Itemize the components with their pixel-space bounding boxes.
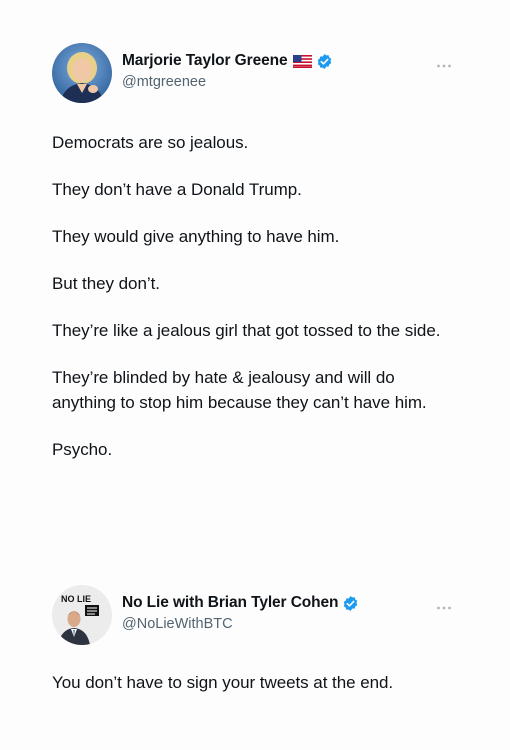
us-flag-icon: [292, 54, 312, 68]
tweet-text: You don’t have to sign your tweets at th…: [52, 670, 462, 695]
author-info: Marjorie Taylor Greene @mtgreenee: [122, 51, 333, 90]
tweet-paragraph: They don’t have a Donald Trump.: [52, 180, 302, 199]
verified-badge-icon: [316, 53, 333, 70]
author-info: No Lie with Brian Tyler Cohen @NoLieWith…: [122, 593, 359, 632]
author-name[interactable]: Marjorie Taylor Greene: [122, 52, 288, 70]
tweet: Marjorie Taylor Greene @mtgreenee Democr…: [52, 40, 462, 484]
author-handle[interactable]: @NoLieWithBTC: [122, 616, 359, 632]
avatar[interactable]: NO LIE: [52, 585, 112, 645]
tweet-header: NO LIE No Lie with Brian Tyler Cohen @No…: [52, 582, 462, 646]
reply-tweet: NO LIE No Lie with Brian Tyler Cohen @No…: [52, 582, 462, 717]
avatar[interactable]: [52, 43, 112, 103]
author-handle[interactable]: @mtgreenee: [122, 74, 333, 90]
more-options-icon[interactable]: [436, 598, 452, 610]
tweet-paragraph: Democrats are so jealous.: [52, 133, 249, 152]
tweet-header: Marjorie Taylor Greene @mtgreenee: [52, 40, 462, 104]
name-row: Marjorie Taylor Greene: [122, 51, 333, 71]
name-row: No Lie with Brian Tyler Cohen: [122, 593, 359, 613]
tweet-paragraph: You don’t have to sign your tweets at th…: [52, 673, 394, 692]
tweet-paragraph: They would give anything to have him.: [52, 227, 340, 246]
tweet-text: Democrats are so jealous. They don’t hav…: [52, 130, 462, 462]
more-options-icon[interactable]: [436, 56, 452, 68]
tweet-paragraph: But they don’t.: [52, 274, 160, 293]
tweet-paragraph: They’re blinded by hate & jealousy and w…: [52, 368, 427, 412]
author-name[interactable]: No Lie with Brian Tyler Cohen: [122, 594, 339, 612]
tweet-paragraph: They’re like a jealous girl that got tos…: [52, 321, 441, 340]
tweet-paragraph: Psycho.: [52, 440, 113, 459]
avatar-logo-text: NO LIE: [61, 594, 91, 604]
screenshot-page: Marjorie Taylor Greene @mtgreenee Democr…: [0, 0, 510, 750]
verified-badge-icon: [342, 595, 359, 612]
